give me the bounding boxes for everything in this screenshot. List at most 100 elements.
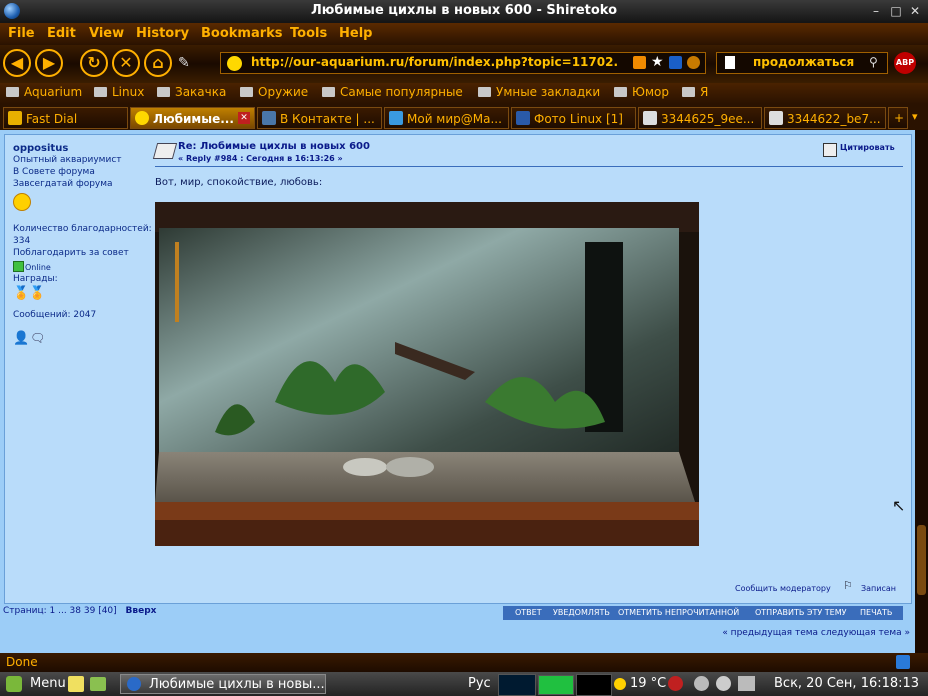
update-icon[interactable] (716, 676, 731, 691)
bookmark-oruzhie[interactable]: Оружие (240, 85, 308, 99)
menu-file[interactable]: File (8, 26, 35, 41)
star-icon[interactable]: ★ (651, 54, 664, 70)
menu-history[interactable]: History (136, 26, 189, 41)
go-icon[interactable] (687, 56, 700, 69)
clock[interactable]: Вск, 20 Сен, 16:18:13 (774, 676, 919, 691)
maximize-icon[interactable]: □ (888, 3, 904, 19)
tab-image-1[interactable]: 3344625_9ee... (638, 107, 762, 129)
tab-bar: Fast Dial Любимые... ✕ В Контакте | ... М… (0, 104, 928, 130)
new-tab-button[interactable]: + (888, 107, 908, 129)
notify-button[interactable]: УВЕДОМЛЯТЬ (553, 608, 610, 617)
firefox-icon (127, 677, 141, 691)
bookmark-popular[interactable]: Самые популярные (322, 85, 463, 99)
page-scrollbar[interactable] (915, 130, 928, 653)
resize-icon[interactable] (896, 655, 910, 669)
back-icon[interactable]: ◀ (3, 49, 31, 77)
show-desktop-icon[interactable] (90, 677, 106, 691)
tab-vkontakte[interactable]: В Контакте | ... (257, 107, 382, 129)
post-title[interactable]: Re: Любимые цихлы в новых 600 (178, 141, 370, 152)
post-count: Сообщений: 2047 (13, 310, 97, 320)
tab-foto-linux[interactable]: Фото Linux [1] (511, 107, 636, 129)
menu-tools[interactable]: Tools (290, 26, 327, 41)
thank-link[interactable]: Поблагодарить за совет (13, 248, 129, 258)
author-council: В Совете форума (13, 167, 95, 177)
quote-button[interactable]: Цитировать (840, 143, 895, 152)
keyboard-layout[interactable]: Рус (468, 676, 491, 691)
folder-icon (614, 87, 627, 97)
back-to-top-link[interactable]: Вверх (126, 606, 157, 616)
reply-button[interactable]: ОТВЕТ (515, 608, 542, 617)
search-icon[interactable]: ⚲ (869, 55, 878, 69)
vk-icon (262, 111, 276, 125)
notes-icon[interactable] (68, 676, 84, 692)
url-text[interactable]: http://our-aquarium.ru/forum/index.php?t… (251, 55, 618, 69)
profile-icon[interactable]: 👤 (13, 331, 29, 346)
rss-icon[interactable] (633, 56, 646, 69)
adblock-icon[interactable]: ABP (894, 52, 916, 74)
bookmark-humor[interactable]: Юмор (614, 85, 669, 99)
cpu-graph (498, 674, 536, 696)
minimize-icon[interactable]: – (868, 3, 884, 19)
stop-icon[interactable]: ✕ (112, 49, 140, 77)
tab-image-2[interactable]: 3344622_be7... (764, 107, 886, 129)
search-input[interactable]: продолжаться (753, 55, 854, 69)
bookmark-linux[interactable]: Linux (94, 85, 144, 99)
topic-navigation[interactable]: « предыдущая тема следующая тема » (722, 628, 910, 638)
aquarium-photo (155, 202, 699, 546)
author-name[interactable]: oppositus (13, 143, 68, 154)
tab-aquarium-forum[interactable]: Любимые... ✕ (130, 107, 255, 129)
tab-list-icon[interactable]: ▾ (912, 110, 918, 123)
mail-ru-icon (389, 111, 403, 125)
menu-view[interactable]: View (89, 26, 124, 41)
close-icon[interactable]: ✕ (907, 3, 923, 19)
menu-bookmarks[interactable]: Bookmarks (201, 26, 283, 41)
bookmark-ya[interactable]: Я (682, 85, 708, 99)
menu-button[interactable]: Menu (30, 676, 66, 691)
home-icon[interactable]: ⌂ (144, 49, 172, 77)
close-tab-icon[interactable]: ✕ (238, 112, 250, 124)
reload-icon[interactable]: ↻ (80, 49, 108, 77)
forward-icon[interactable]: ▶ (35, 49, 63, 77)
wrench-icon[interactable]: ✎ (178, 55, 190, 71)
mark-unread-button[interactable]: ОТМЕТИТЬ НЕПРОЧИТАННОЙ (618, 608, 739, 617)
header-divider (155, 166, 903, 167)
folder-icon (6, 87, 19, 97)
weather-icon (614, 678, 626, 690)
search-bar[interactable]: продолжаться ⚲ (716, 52, 888, 74)
scrollbar-thumb[interactable] (917, 525, 926, 595)
pages-list[interactable]: 1 ... 38 39 [40] (50, 606, 117, 616)
aquarium-image-drawing (155, 202, 699, 546)
mint-menu-icon[interactable] (6, 676, 22, 692)
image-icon (769, 111, 783, 125)
message-icon[interactable]: 🗨 (30, 331, 45, 345)
quote-icon[interactable] (823, 143, 837, 157)
report-link[interactable]: Сообщить модератору (735, 584, 831, 593)
thanks-label: Количество благодарностей: (13, 224, 152, 234)
search-engine-icon (725, 56, 735, 69)
power-icon[interactable] (668, 676, 683, 691)
author-status: Завсегдатай форума (13, 179, 113, 189)
tab-fast-dial[interactable]: Fast Dial (3, 107, 128, 129)
menu-edit[interactable]: Edit (47, 26, 76, 41)
url-bar[interactable]: http://our-aquarium.ru/forum/index.php?t… (220, 52, 706, 74)
taskbar-window-title: Любимые цихлы в новы... (149, 677, 325, 692)
print-button[interactable]: ПЕЧАТЬ (860, 608, 892, 617)
info-icon[interactable] (669, 56, 682, 69)
bookmark-smart[interactable]: Умные закладки (478, 85, 600, 99)
forum-post: oppositus Опытный аквариумист В Совете ф… (4, 134, 912, 604)
send-topic-button[interactable]: ОТПРАВИТЬ ЭТУ ТЕМУ (755, 608, 847, 617)
tab-moy-mir[interactable]: Мой мир@Ма... (384, 107, 509, 129)
bookmark-zakachka[interactable]: Закачка (157, 85, 226, 99)
network-icon[interactable] (694, 676, 709, 691)
folder-icon (478, 87, 491, 97)
menu-help[interactable]: Help (339, 26, 372, 41)
bookmark-aquarium[interactable]: Aquarium (6, 85, 82, 99)
folder-icon (157, 87, 170, 97)
taskbar-window-button[interactable]: Любимые цихлы в новы... (120, 674, 326, 694)
awards-label: Награды: (13, 274, 58, 284)
online-status: Online (25, 263, 51, 272)
info-site-icon (516, 111, 530, 125)
display-icon[interactable] (738, 676, 755, 691)
folder-icon (322, 87, 335, 97)
bookmarks-bar: Aquarium Linux Закачка Оружие Самые попу… (0, 83, 928, 104)
